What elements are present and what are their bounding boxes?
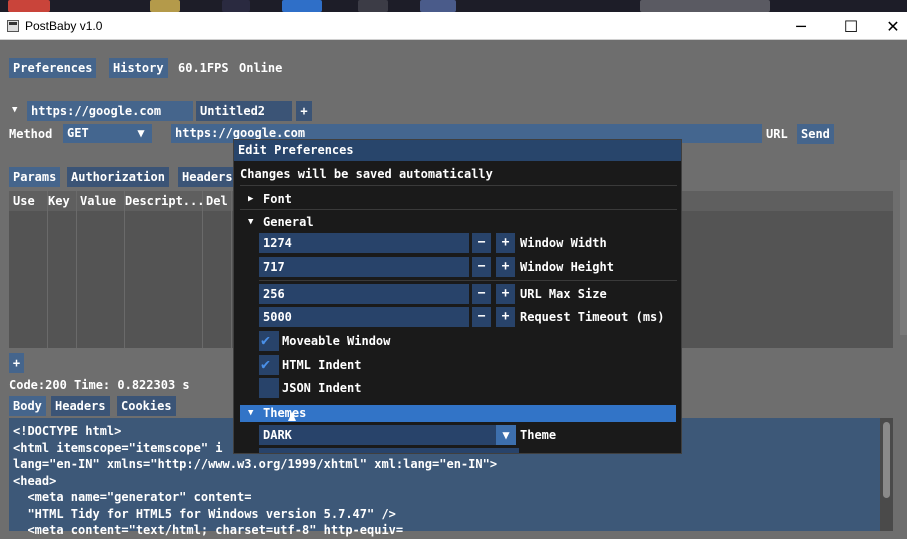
window-height-label: Window Height xyxy=(520,260,614,274)
fps-counter: 60.1FPS xyxy=(178,61,229,75)
theme-dropdown-icon[interactable]: ▼ xyxy=(496,425,516,445)
request-tab-google[interactable]: https://google.com xyxy=(27,101,193,121)
window-width-decrement[interactable]: − xyxy=(472,233,491,253)
check-icon: ✔ xyxy=(261,331,271,349)
column-header-description: Descript... xyxy=(125,194,205,208)
window-width-label: Window Width xyxy=(520,236,607,250)
tab-headers[interactable]: Headers xyxy=(178,167,237,187)
json-indent-checkbox[interactable] xyxy=(259,378,279,398)
column-header-key: Key xyxy=(48,194,70,208)
code-line: "HTML Tidy for HTML5 for Windows version… xyxy=(13,506,396,521)
code-line: lang="en-IN" xmlns="http://www.w3.org/19… xyxy=(13,457,498,471)
window-height-increment[interactable]: + xyxy=(496,257,515,277)
wallpaper-art xyxy=(640,0,770,12)
scrollbar-thumb[interactable] xyxy=(883,422,890,498)
tab-cookies[interactable]: Cookies xyxy=(117,396,176,416)
preferences-button[interactable]: Preferences xyxy=(9,58,97,78)
maximize-button[interactable]: ☐ xyxy=(828,12,874,40)
url-max-size-input[interactable]: 256 xyxy=(259,284,469,304)
html-indent-label: HTML Indent xyxy=(282,358,362,372)
minimize-button[interactable]: ─ xyxy=(778,12,824,40)
status-text: Online xyxy=(239,61,283,75)
window-width-input[interactable]: 1274 xyxy=(259,233,469,253)
request-timeout-decrement[interactable]: − xyxy=(472,307,491,327)
request-timeout-label: Request Timeout (ms) xyxy=(520,310,665,324)
window-title: PostBaby v1.0 xyxy=(25,19,103,33)
url-max-size-decrement[interactable]: − xyxy=(472,284,491,304)
tab-params[interactable]: Params xyxy=(9,167,61,187)
window-scrollbar[interactable] xyxy=(900,160,907,335)
code-line: <head> xyxy=(13,473,57,488)
tab-authorization[interactable]: Authorization xyxy=(67,167,169,187)
font-collapsed-icon[interactable]: ▶ xyxy=(248,194,253,204)
moveable-window-label: Moveable Window xyxy=(282,334,391,348)
general-expanded-icon[interactable]: ▼ xyxy=(248,217,253,227)
send-button[interactable]: Send xyxy=(797,124,834,144)
response-status: Code:200 Time: 0.822303 s xyxy=(9,378,190,392)
moveable-window-checkbox[interactable]: ✔ xyxy=(259,331,279,351)
tab-response-headers[interactable]: Headers xyxy=(51,396,110,416)
window-titlebar: PostBaby v1.0 ─ ☐ ✕ xyxy=(0,12,907,40)
themes-section-label: Themes xyxy=(263,406,307,420)
theme-label: Theme xyxy=(520,428,557,442)
window-height-input[interactable]: 717 xyxy=(259,257,469,277)
app-icon xyxy=(7,20,19,32)
method-select[interactable]: GET xyxy=(63,124,130,143)
add-param-button[interactable]: + xyxy=(9,353,24,373)
general-section-header[interactable]: General xyxy=(263,215,314,229)
app-taskbar-icon[interactable] xyxy=(358,0,388,12)
collapse-icon[interactable]: ▼ xyxy=(12,105,17,115)
font-section-header[interactable]: Font xyxy=(263,192,292,206)
url-label: URL xyxy=(766,127,788,141)
themes-expanded-icon[interactable]: ▼ xyxy=(248,408,253,418)
window-height-decrement[interactable]: − xyxy=(472,257,491,277)
history-button[interactable]: History xyxy=(109,58,168,78)
app-taskbar-icon[interactable] xyxy=(150,0,180,12)
add-tab-button[interactable]: + xyxy=(296,101,312,121)
edit-preferences-dialog: Edit Preferences Changes will be saved a… xyxy=(233,139,682,454)
taskbar-strip xyxy=(0,0,907,12)
code-line: <meta name="generator" content= xyxy=(13,490,252,504)
next-row-partial xyxy=(259,448,519,453)
method-label: Method xyxy=(9,127,53,141)
method-dropdown-icon[interactable]: ▼ xyxy=(130,124,152,143)
check-icon: ✔ xyxy=(261,355,271,373)
column-header-use: Use xyxy=(13,194,35,208)
mouse-cursor xyxy=(288,412,296,421)
app-taskbar-icon[interactable] xyxy=(420,0,456,12)
column-header-value: Value xyxy=(80,194,117,208)
dialog-title[interactable]: Edit Preferences xyxy=(234,140,681,161)
autosave-note: Changes will be saved automatically xyxy=(240,167,493,181)
json-indent-label: JSON Indent xyxy=(282,381,362,395)
request-tab-untitled2[interactable]: Untitled2 xyxy=(196,101,292,121)
close-button[interactable]: ✕ xyxy=(870,12,907,40)
response-scrollbar[interactable] xyxy=(880,418,893,531)
window-width-increment[interactable]: + xyxy=(496,233,515,253)
url-max-size-increment[interactable]: + xyxy=(496,284,515,304)
tab-body[interactable]: Body xyxy=(9,396,46,416)
html-indent-checkbox[interactable]: ✔ xyxy=(259,355,279,375)
code-line: <meta content="text/html; charset=utf-8"… xyxy=(13,523,404,537)
url-max-size-label: URL Max Size xyxy=(520,287,607,301)
edge-taskbar-icon[interactable] xyxy=(282,0,322,12)
request-timeout-increment[interactable]: + xyxy=(496,307,515,327)
column-header-delete: Del xyxy=(206,194,228,208)
app-taskbar-icon[interactable] xyxy=(222,0,250,12)
theme-select[interactable]: DARK xyxy=(259,425,496,445)
request-timeout-input[interactable]: 5000 xyxy=(259,307,469,327)
browser-taskbar-icon[interactable] xyxy=(8,0,50,12)
